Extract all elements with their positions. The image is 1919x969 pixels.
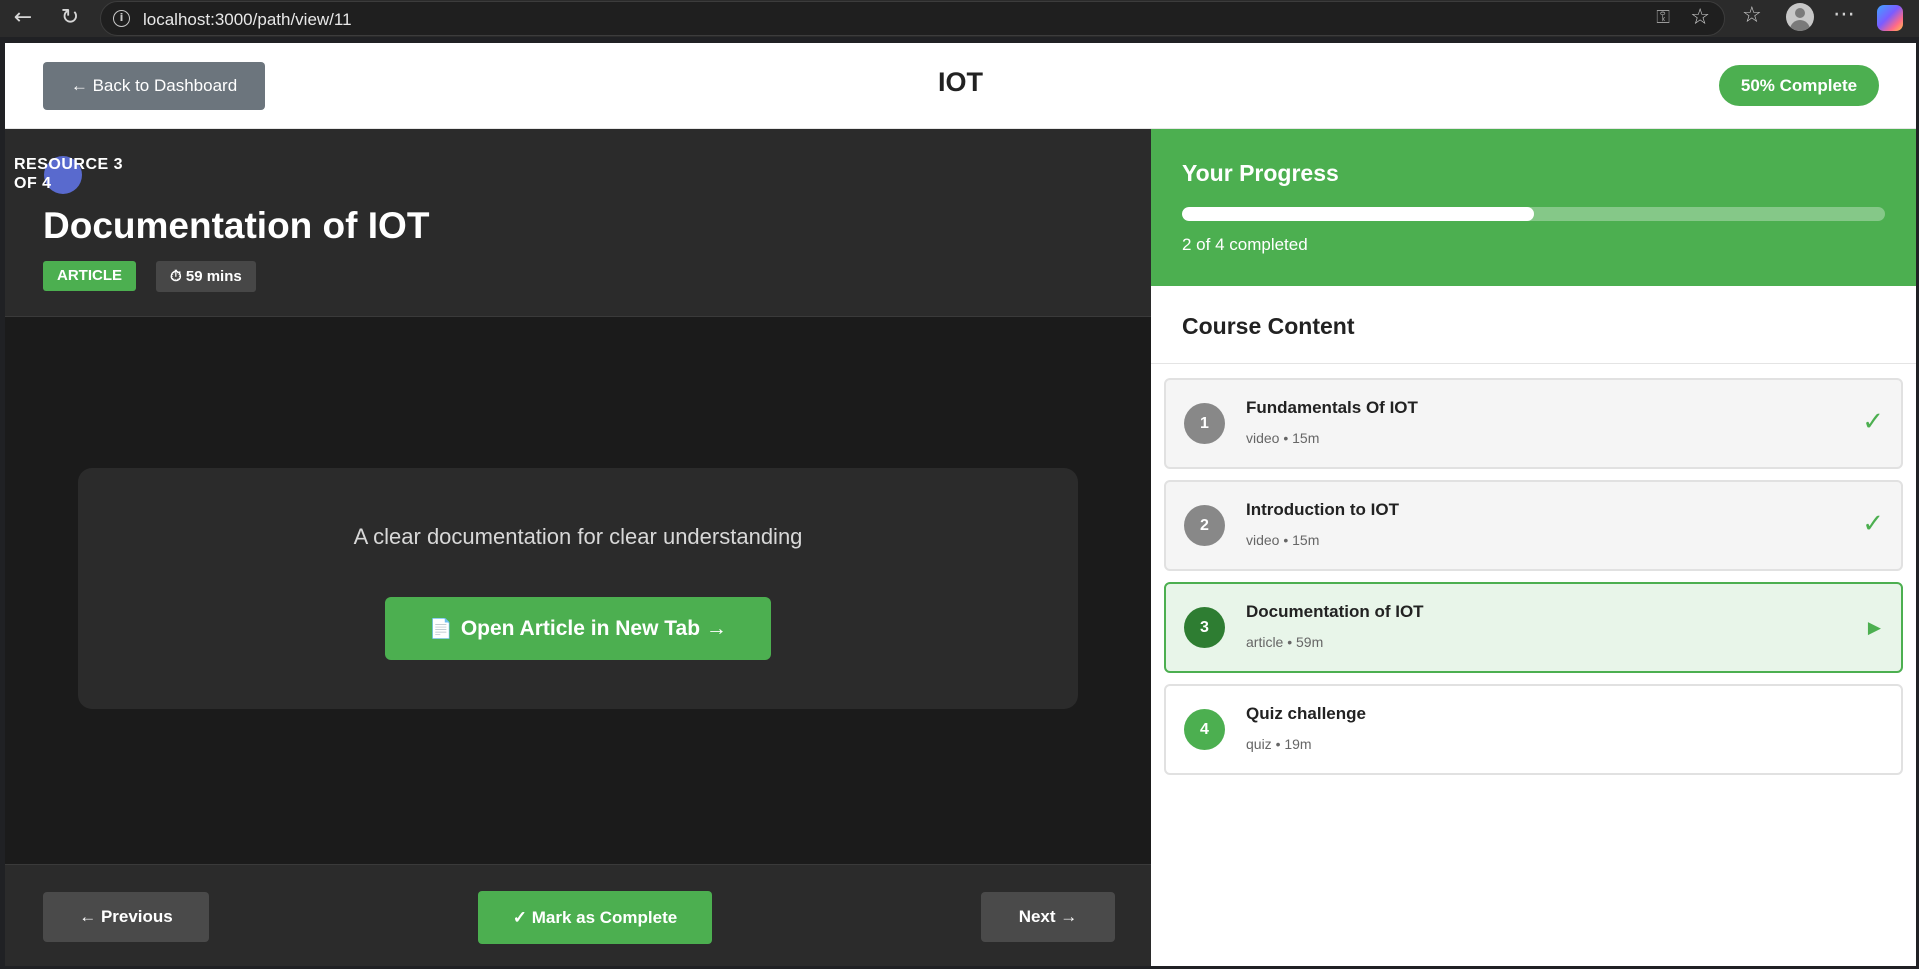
course-title: IOT: [938, 67, 983, 97]
item-title: Introduction to IOT: [1246, 500, 1399, 519]
site-info-icon[interactable]: i: [113, 10, 130, 27]
browser-back-icon[interactable]: ←: [8, 4, 38, 32]
progress-title: Your Progress: [1182, 160, 1339, 186]
checkmark-icon: ✓: [1862, 407, 1884, 437]
resource-type-badge: ARTICLE: [43, 261, 136, 291]
previous-button[interactable]: ← Previous: [43, 892, 209, 942]
resource-footer: ← Previous ✓ Mark as Complete Next →: [5, 864, 1151, 966]
browser-toolbar: ← ↻ i localhost:3000/path/view/11 ⚿ ☆ ☆ …: [0, 0, 1919, 37]
article-description: A clear documentation for clear understa…: [353, 524, 803, 549]
resource-counter: RESOURCE 3 OF 4: [14, 156, 124, 192]
address-url[interactable]: localhost:3000/path/view/11: [143, 10, 352, 30]
article-card: A clear documentation for clear understa…: [78, 468, 1078, 709]
bookmark-star-icon[interactable]: ☆: [1690, 5, 1710, 30]
item-title: Documentation of IOT: [1246, 602, 1424, 621]
duration-badge: ⏱ 59 mins: [156, 261, 256, 292]
checkmark-icon: ✓: [1862, 509, 1884, 539]
course-content-header: Course Content: [1151, 286, 1916, 364]
more-menu-icon[interactable]: ⋯: [1833, 2, 1856, 27]
copilot-icon[interactable]: [1877, 5, 1903, 31]
open-article-label: Open Article in New Tab →: [460, 617, 727, 640]
item-number: 4: [1184, 709, 1225, 750]
item-meta: quiz • 19m: [1246, 736, 1312, 752]
content-item[interactable]: 4 Quiz challenge quiz • 19m: [1164, 684, 1903, 775]
resource-viewer: A clear documentation for clear understa…: [5, 318, 1151, 864]
favorites-icon[interactable]: ☆: [1742, 3, 1762, 28]
progress-bar-fill: [1182, 207, 1534, 221]
item-meta: video • 15m: [1246, 532, 1320, 548]
item-title: Fundamentals Of IOT: [1246, 398, 1418, 417]
top-bar: ← Back to Dashboard IOT 50% Complete: [5, 43, 1916, 129]
item-number: 1: [1184, 403, 1225, 444]
browser-reload-icon[interactable]: ↻: [55, 4, 85, 32]
document-icon: 📄: [429, 618, 453, 640]
resource-title: Documentation of IOT: [43, 205, 430, 246]
item-meta: video • 15m: [1246, 430, 1320, 446]
address-bar[interactable]: i localhost:3000/path/view/11 ⚿ ☆: [100, 1, 1725, 36]
content-item[interactable]: 1 Fundamentals Of IOT video • 15m ✓: [1164, 378, 1903, 469]
password-key-icon[interactable]: ⚿: [1656, 7, 1670, 28]
item-meta: article • 59m: [1246, 634, 1324, 650]
completion-badge: 50% Complete: [1719, 65, 1879, 106]
resource-header: RESOURCE 3 OF 4 Documentation of IOT ART…: [5, 129, 1151, 317]
progress-panel: Your Progress 2 of 4 completed: [1151, 129, 1916, 286]
content-item[interactable]: 2 Introduction to IOT video • 15m ✓: [1164, 480, 1903, 571]
course-content-list: 1 Fundamentals Of IOT video • 15m ✓ 2 In…: [1164, 378, 1903, 786]
open-article-button[interactable]: 📄 Open Article in New Tab →: [385, 597, 771, 660]
mark-complete-button[interactable]: ✓ Mark as Complete: [478, 891, 712, 944]
item-title: Quiz challenge: [1246, 704, 1366, 723]
progress-text: 2 of 4 completed: [1182, 235, 1308, 254]
profile-avatar-icon[interactable]: [1786, 3, 1814, 31]
page: ← Back to Dashboard IOT 50% Complete RES…: [5, 43, 1916, 966]
resource-panel: RESOURCE 3 OF 4 Documentation of IOT ART…: [5, 129, 1151, 966]
play-icon: ▶: [1867, 618, 1881, 638]
next-button[interactable]: Next →: [981, 892, 1115, 942]
item-number: 2: [1184, 505, 1225, 546]
course-sidebar: Your Progress 2 of 4 completed Course Co…: [1151, 129, 1916, 966]
content-item-current[interactable]: 3 Documentation of IOT article • 59m ▶: [1164, 582, 1903, 673]
progress-bar: [1182, 207, 1885, 221]
item-number: 3: [1184, 607, 1225, 648]
course-content-title: Course Content: [1182, 313, 1355, 339]
